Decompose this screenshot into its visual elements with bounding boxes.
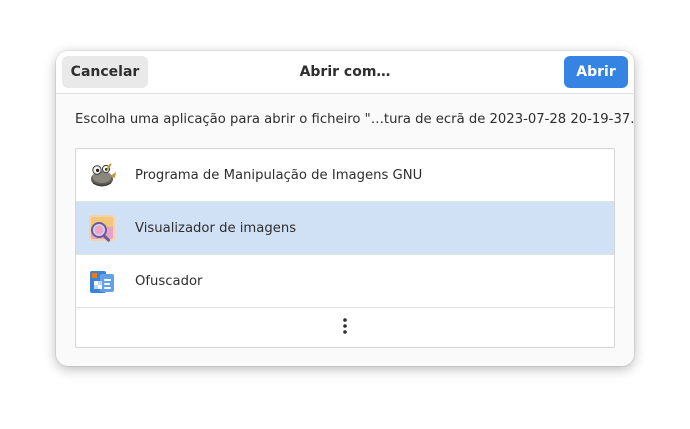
application-list: Programa de Manipulação de Imagens GNU V… [75,148,615,348]
image-viewer-icon [86,212,118,244]
view-more-icon [342,317,348,339]
app-row-obfuscate[interactable]: Ofuscador [76,255,614,307]
app-label: Programa de Manipulação de Imagens GNU [135,167,423,183]
prompt-text: Escolha uma aplicação para abrir o fiche… [75,112,634,127]
obfuscate-icon [86,265,118,297]
more-apps-button[interactable] [76,308,614,347]
app-label: Ofuscador [135,273,203,289]
open-with-dialog: Cancelar Abrir com… Abrir Escolha uma ap… [56,51,634,366]
app-row-image-viewer[interactable]: Visualizador de imagens [76,202,614,254]
app-label: Visualizador de imagens [135,220,297,236]
gimp-icon [86,159,118,191]
app-row-gimp[interactable]: Programa de Manipulação de Imagens GNU [76,149,614,201]
open-button[interactable]: Abrir [564,56,628,88]
header-bar: Cancelar Abrir com… Abrir [56,51,634,94]
cancel-button[interactable]: Cancelar [62,56,148,88]
